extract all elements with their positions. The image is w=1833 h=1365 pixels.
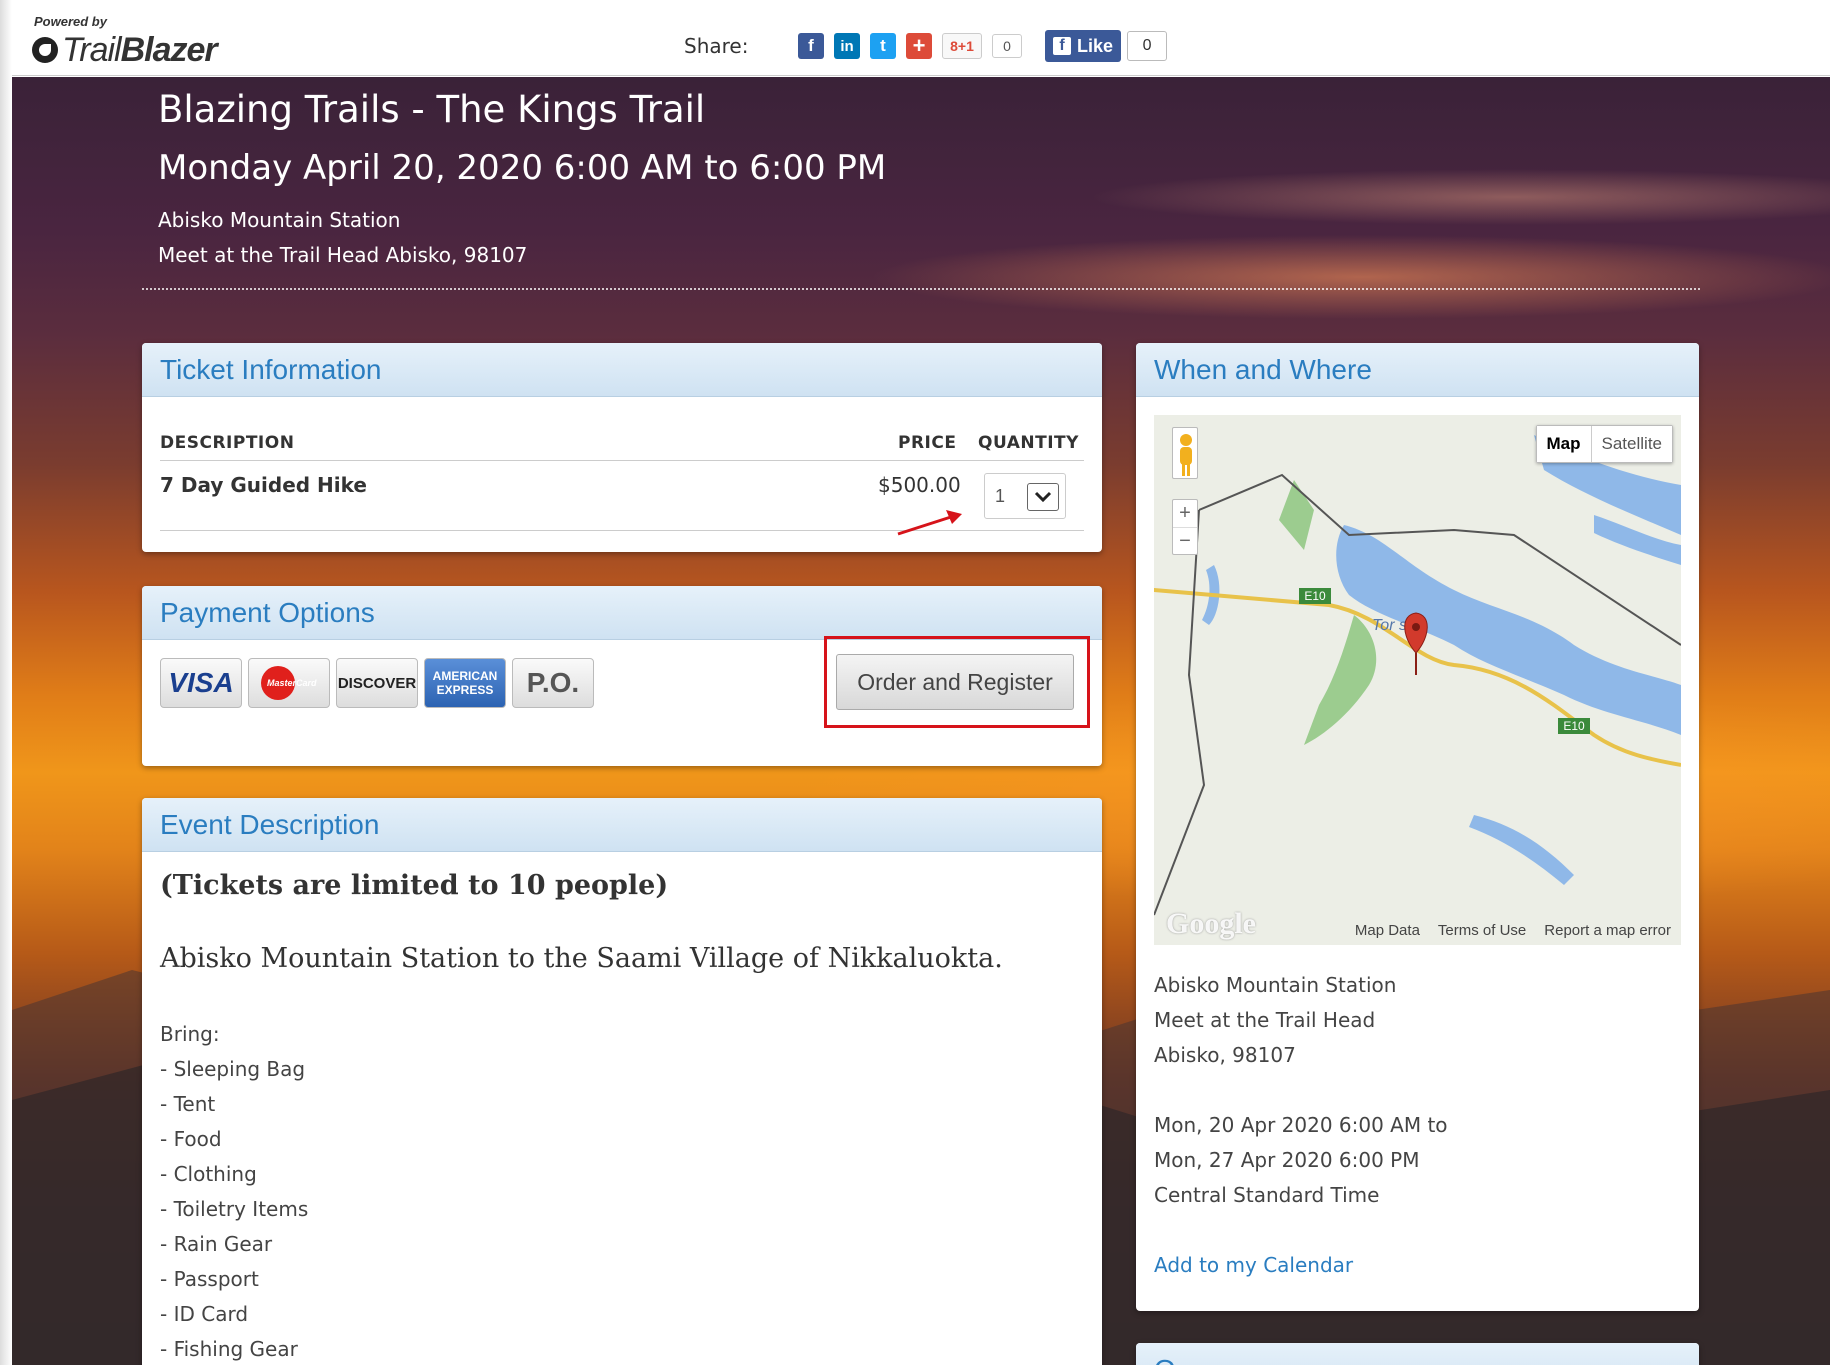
terms-of-use-link[interactable]: Terms of Use (1438, 922, 1526, 939)
event-address: Meet at the Trail Head Abisko, 98107 (158, 243, 528, 267)
google-plus-one-button[interactable]: 8+1 (942, 33, 982, 59)
road-label-e10: E10 (1304, 589, 1326, 603)
facebook-like-icon: f (1053, 37, 1071, 55)
event-venue: Abisko Mountain Station (158, 208, 401, 232)
ticket-panel-heading: Ticket Information (142, 343, 1102, 397)
payment-panel-heading: Payment Options (142, 586, 1102, 640)
map-type-map-button[interactable]: Map (1536, 426, 1592, 462)
list-item: - Sleeping Bag (160, 1057, 306, 1081)
bring-list: - Sleeping Bag - Tent - Food - Clothing … (160, 1057, 308, 1365)
mastercard-icon: MasterCard (248, 658, 330, 708)
event-timezone: Central Standard Time (1154, 1183, 1380, 1207)
linkedin-icon[interactable]: in (834, 33, 860, 59)
address-line: Meet at the Trail Head (1154, 1008, 1376, 1032)
street-view-pegman-icon[interactable] (1172, 427, 1198, 479)
share-label: Share: (684, 34, 749, 58)
map-data-link[interactable]: Map Data (1355, 922, 1420, 939)
hero-divider (142, 288, 1700, 290)
quantity-value: 1 (995, 486, 1006, 506)
event-panel-heading: Event Description (142, 798, 1102, 852)
list-item: - Clothing (160, 1162, 257, 1186)
bring-label: Bring: (160, 1022, 220, 1046)
facebook-like-widget: f Like 0 (1045, 30, 1168, 62)
when-and-where-panel: When and Where E10 E10 Tor sk + − Map Sa… (1136, 343, 1699, 1311)
purchase-order-icon: P.O. (512, 658, 594, 708)
quantity-select[interactable]: 1 (984, 473, 1066, 519)
google-plus-count: 0 (992, 34, 1022, 58)
trailblazer-logo-icon (32, 37, 58, 63)
list-item: - ID Card (160, 1302, 249, 1326)
trailblazer-logo[interactable]: TrailBlazer (32, 30, 218, 70)
road-label-e10: E10 (1563, 719, 1585, 733)
payment-options-panel: Payment Options VISA MasterCard DISCOVER… (142, 586, 1102, 766)
order-and-register-button[interactable]: Order and Register (836, 654, 1074, 710)
list-item: - Passport (160, 1267, 259, 1291)
google-logo[interactable]: Google (1166, 907, 1256, 941)
list-item: - Rain Gear (160, 1232, 273, 1256)
address-line: Abisko Mountain Station (1154, 973, 1397, 997)
zoom-out-button[interactable]: − (1173, 527, 1197, 555)
list-item: - Fishing Gear (160, 1337, 298, 1361)
report-map-error-link[interactable]: Report a map error (1544, 922, 1671, 939)
column-price: PRICE (898, 433, 957, 453)
event-end-time: Mon, 27 Apr 2020 6:00 PM (1154, 1148, 1420, 1172)
twitter-icon[interactable]: t (870, 33, 896, 59)
chevron-down-icon[interactable] (1027, 483, 1059, 511)
route-description: Abisko Mountain Station to the Saami Vil… (160, 943, 1003, 974)
google-plus-share-icon[interactable]: + (906, 33, 932, 59)
ticket-table-header: DESCRIPTION PRICE QUANTITY (160, 429, 1084, 461)
where-panel-heading: When and Where (1136, 343, 1699, 397)
ticket-limit-note: (Tickets are limited to 10 people) (160, 870, 669, 901)
order-button-highlight: Order and Register (824, 636, 1090, 728)
add-to-calendar-link[interactable]: Add to my Calendar (1154, 1253, 1448, 1288)
facebook-like-count: 0 (1127, 31, 1168, 61)
location-map[interactable]: E10 E10 Tor sk + − Map Satellite Google … (1154, 415, 1681, 945)
list-item: - Food (160, 1127, 222, 1151)
facebook-like-button[interactable]: f Like (1045, 30, 1122, 62)
organizer-panel: O (1136, 1343, 1699, 1365)
map-type-control: Map Satellite (1535, 425, 1673, 463)
logo-text: TrailBlazer (62, 30, 218, 69)
share-icons: f in t + 8+1 0 (798, 33, 1022, 59)
column-quantity: QUANTITY (978, 433, 1079, 453)
facebook-like-label: Like (1077, 35, 1114, 56)
event-date: Monday April 20, 2020 6:00 AM to 6:00 PM (158, 148, 887, 188)
discover-card-icon: DISCOVER (336, 658, 418, 708)
ticket-name: 7 Day Guided Hike (160, 473, 367, 497)
facebook-icon[interactable]: f (798, 33, 824, 59)
map-canvas[interactable]: E10 E10 Tor sk (1154, 415, 1681, 945)
top-bar: Powered by TrailBlazer Share: f in t + 8… (12, 8, 1830, 76)
list-item: - Toiletry Items (160, 1197, 309, 1221)
column-description: DESCRIPTION (160, 433, 295, 453)
amex-card-icon: AMERICAN EXPRESS (424, 658, 506, 708)
zoom-in-button[interactable]: + (1173, 500, 1197, 527)
where-details: Abisko Mountain Station Meet at the Trai… (1154, 973, 1448, 1288)
address-line: Abisko, 98107 (1154, 1043, 1296, 1067)
payment-card-icons: VISA MasterCard DISCOVER AMERICAN EXPRES… (160, 658, 594, 708)
visa-card-icon: VISA (160, 658, 242, 708)
map-type-satellite-button[interactable]: Satellite (1591, 426, 1672, 462)
powered-by-label: Powered by (34, 14, 107, 29)
ticket-price: $500.00 (878, 473, 961, 497)
event-start-time: Mon, 20 Apr 2020 6:00 AM to (1154, 1113, 1448, 1137)
map-zoom-control: + − (1172, 499, 1198, 555)
organizer-panel-heading: O (1136, 1343, 1699, 1365)
list-item: - Tent (160, 1092, 216, 1116)
event-title: Blazing Trails - The Kings Trail (158, 88, 706, 131)
annotation-arrow-icon (897, 510, 962, 536)
event-description-panel: Event Description (Tickets are limited t… (142, 798, 1102, 1365)
